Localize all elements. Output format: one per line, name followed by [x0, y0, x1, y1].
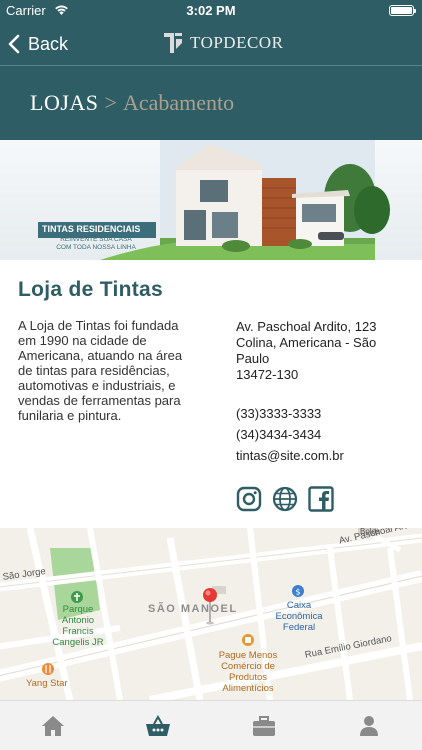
phone-link[interactable]: (33)3333-3333: [236, 406, 321, 421]
restaurant-icon: [42, 663, 54, 675]
address-line: 13472-130: [236, 367, 299, 382]
breadcrumb-separator: >: [104, 90, 117, 115]
briefcase-icon: [252, 715, 275, 736]
social-links: [236, 486, 334, 512]
email-link[interactable]: tintas@site.com.br: [236, 448, 344, 463]
instagram-icon[interactable]: [236, 486, 262, 512]
breadcrumb-current: Acabamento: [122, 90, 235, 115]
poi-line: Produtos: [228, 672, 268, 683]
chevron-left-icon: [8, 34, 20, 54]
tab-stores[interactable]: [106, 701, 212, 750]
svg-text:$: $: [295, 588, 300, 597]
home-icon: [41, 715, 64, 736]
poi-line: Francis: [62, 626, 94, 637]
status-bar: Carrier 3:02 PM: [0, 0, 422, 22]
tab-home[interactable]: [0, 701, 106, 750]
store-address[interactable]: Av. Paschoal Ardito, 123 Colina, America…: [236, 319, 416, 383]
map-poi-store: Pague Menos Comércio de Produtos Aliment…: [208, 650, 288, 694]
map-district-label: SÃO MANOEL: [148, 603, 238, 615]
poi-line: Parque: [62, 604, 94, 615]
back-label: Back: [28, 33, 69, 54]
poi-line: Econômica: [275, 611, 323, 622]
brand-logo: TOPDECOR: [162, 31, 283, 55]
map-poi-park: Parque Antonio Francis Cangelis JR: [52, 604, 104, 648]
tab-services[interactable]: [211, 701, 317, 750]
breadcrumb: LOJAS > Acabamento: [30, 90, 234, 116]
back-button[interactable]: Back: [8, 28, 68, 60]
map-poi-restaurant: Yang Star: [26, 678, 68, 689]
clock: 3:02 PM: [186, 3, 236, 18]
nav-divider: [0, 65, 422, 66]
address-line: Av. Paschoal Ardito, 123: [236, 319, 377, 334]
user-icon: [360, 715, 379, 736]
poi-line: Caixa: [286, 600, 312, 611]
store-description: A Loja de Tintas foi fundada em 1990 na …: [18, 318, 183, 423]
map-poi-bank: Caixa Econômica Federal: [270, 600, 328, 633]
poi-line: Pague Menos: [218, 650, 278, 661]
poi-line: Federal: [282, 622, 316, 633]
banner-subtitle: REINVENTE SUA CASA COM TODA NOSSA LINHA: [56, 236, 136, 251]
navbar: Back TOPDECOR: [0, 22, 422, 66]
tab-bar: [0, 700, 422, 750]
poi-line: Antonio: [61, 615, 95, 626]
phone-link[interactable]: (34)3434-3434: [236, 427, 321, 442]
poi-line: Comércio de: [221, 661, 275, 672]
tab-profile[interactable]: [317, 701, 422, 750]
facebook-icon[interactable]: [308, 486, 334, 512]
address-line: Paulo: [236, 351, 270, 366]
poi-line: Alimentícios: [222, 683, 274, 694]
poi-line: Cangelis JR: [52, 637, 104, 648]
location-pin-icon[interactable]: [203, 588, 217, 602]
globe-icon[interactable]: [272, 486, 298, 512]
topdecor-logo-icon: [164, 33, 182, 53]
map-street-label: Bolos: [360, 528, 381, 536]
address-line: Colina, Americana - São: [236, 335, 377, 350]
store-name: Loja de Tintas: [18, 278, 164, 301]
store-map[interactable]: $ Av. Paschoal Ard São Jorge Rua Emílio …: [0, 528, 422, 700]
breadcrumb-root[interactable]: LOJAS: [30, 90, 99, 115]
brand-name: TOPDECOR: [190, 33, 284, 52]
basket-icon: [146, 714, 171, 736]
battery-icon: [389, 5, 416, 16]
